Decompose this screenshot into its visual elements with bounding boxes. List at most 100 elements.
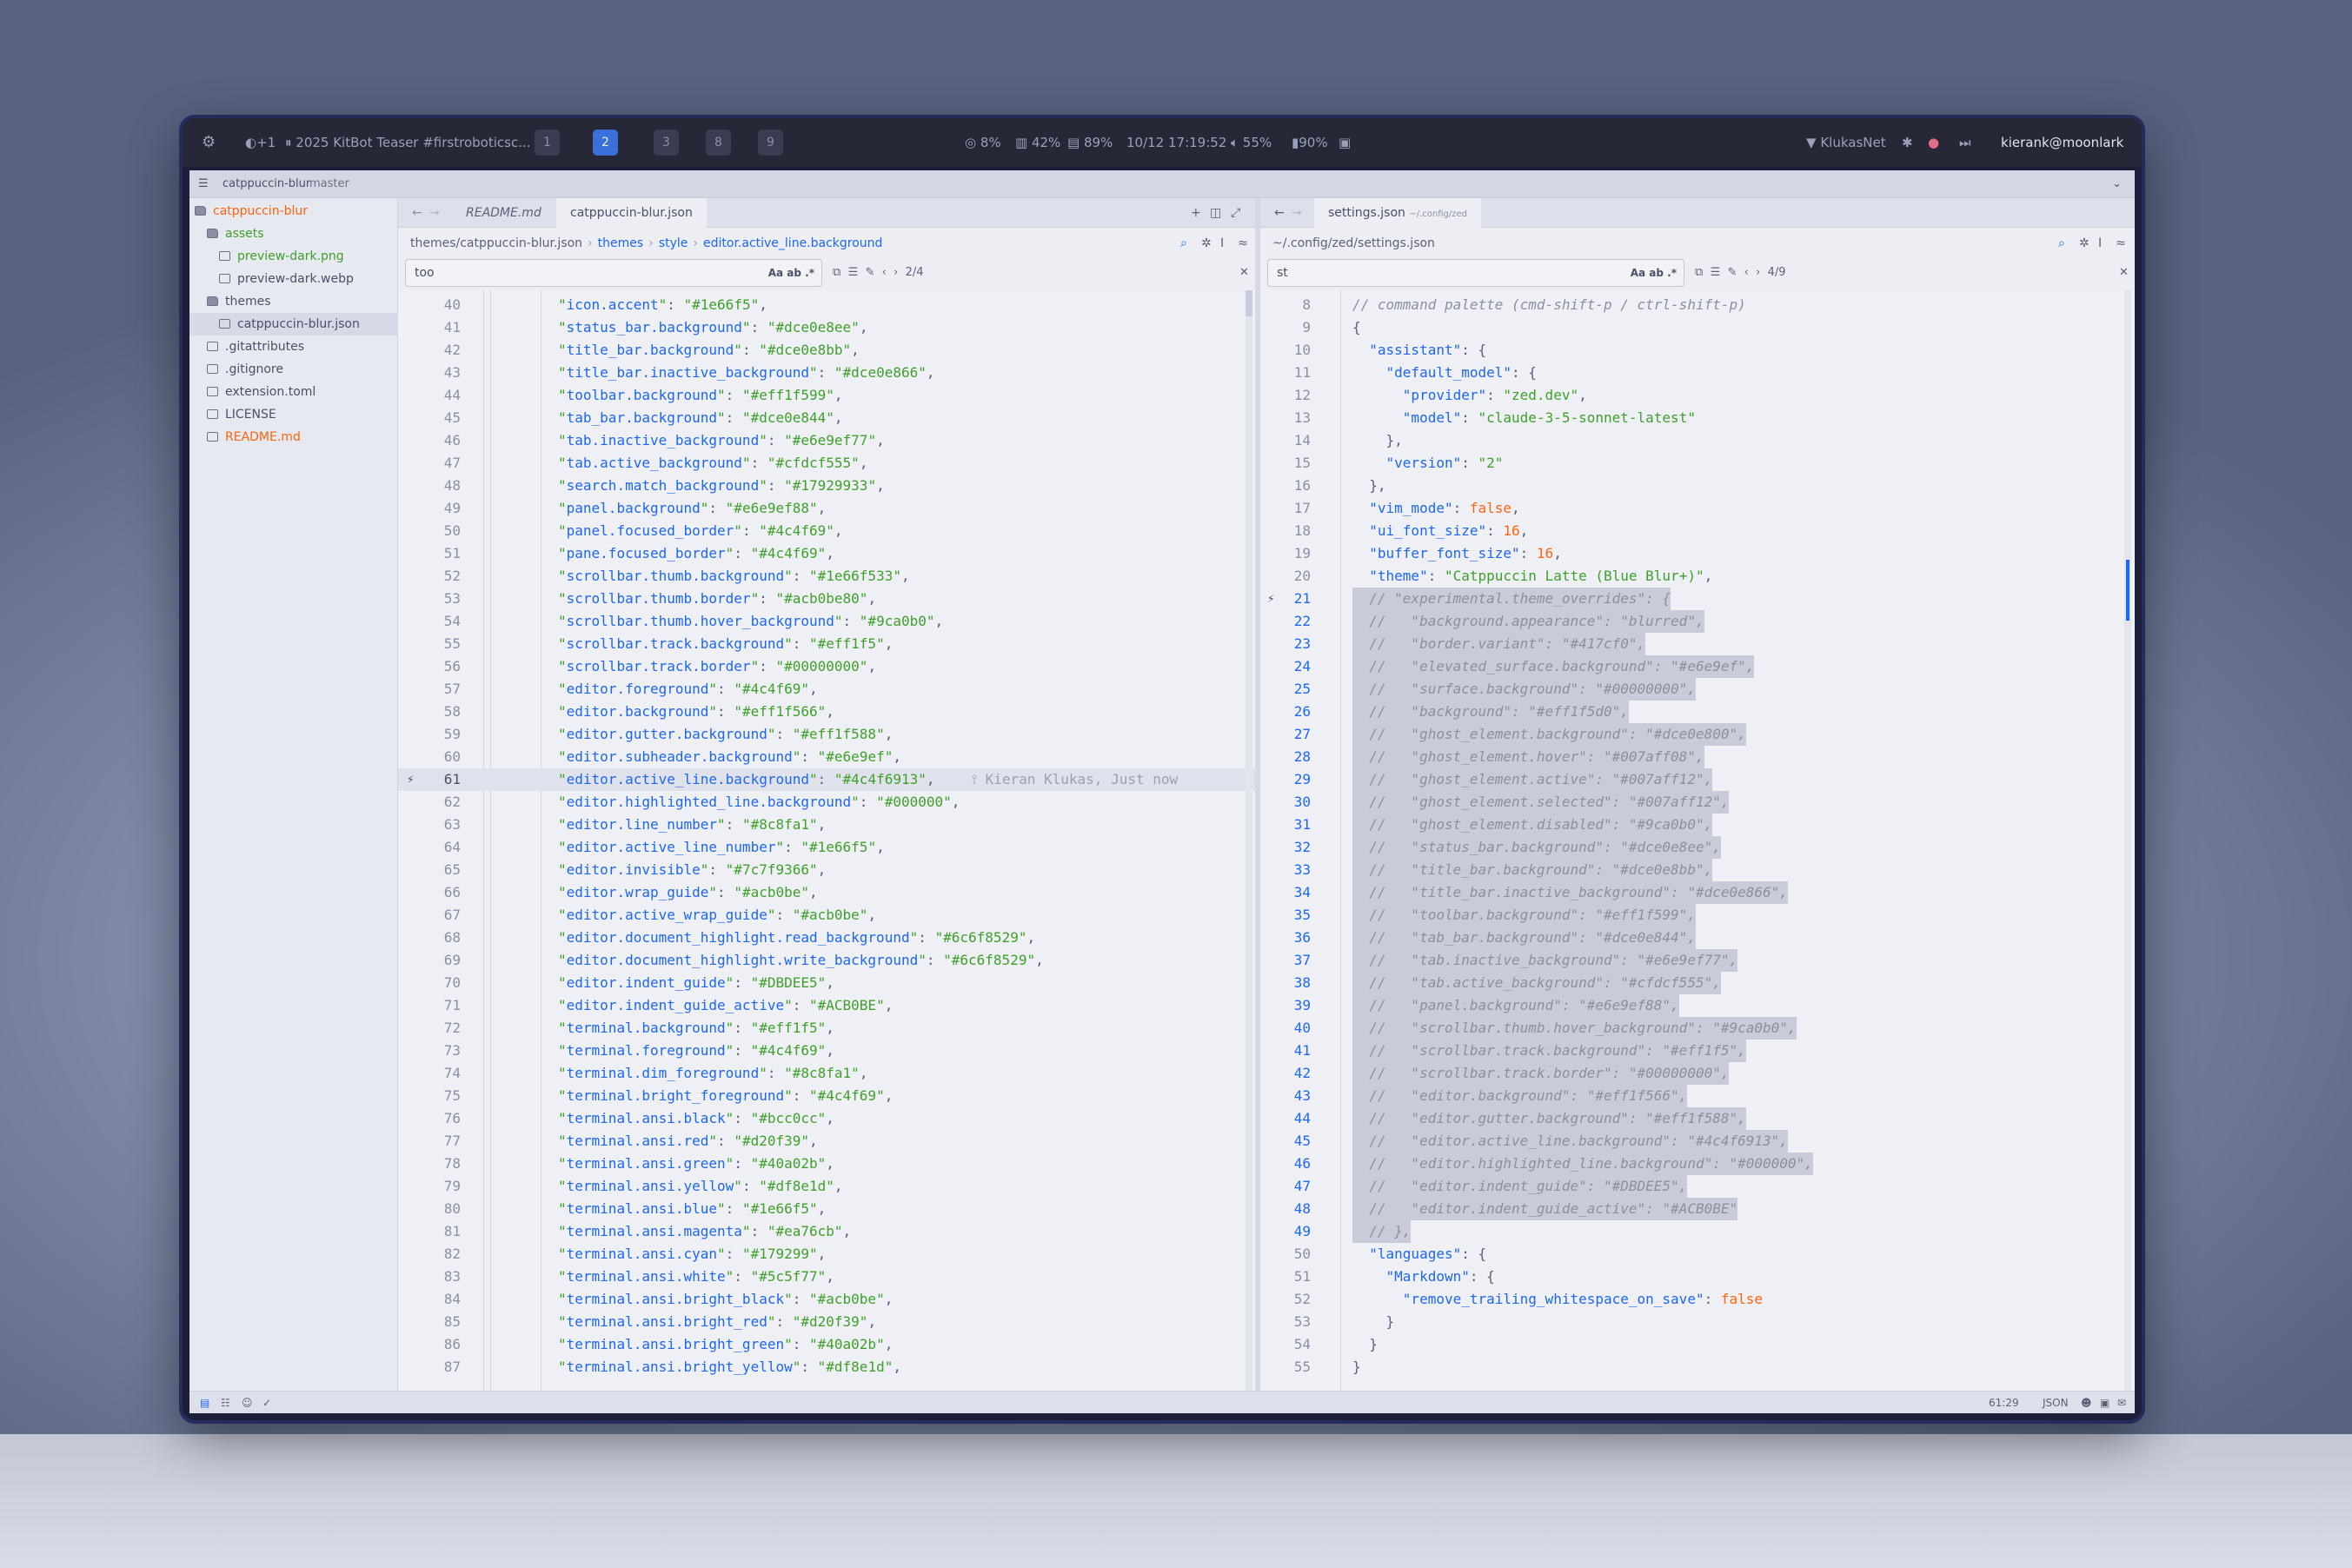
plus-icon[interactable]: + (1191, 198, 1201, 228)
terminal-icon[interactable]: ▣ (2100, 1392, 2109, 1413)
line-number: 50 (1293, 1246, 1311, 1262)
tree-item-extension-toml[interactable]: extension.toml (189, 381, 398, 403)
tree-item-themes[interactable]: themes (189, 290, 398, 313)
chevron-down-icon[interactable]: ⌄ (2112, 170, 2122, 198)
list-icon[interactable]: ☰ (848, 266, 859, 279)
tree-item--gitignore[interactable]: .gitignore (189, 358, 398, 381)
maximize-icon[interactable]: ⤢ (1231, 198, 1240, 228)
cursor-position[interactable]: 61:29 (1989, 1392, 2019, 1413)
workspace-2[interactable]: 2 (593, 130, 618, 156)
close-icon[interactable]: ✕ (1239, 259, 1249, 287)
breadcrumb[interactable]: ~/.config/zed/settings.json ⌕ ✲ I ≈ (1260, 228, 2135, 259)
prev-match-icon[interactable]: ‹ (1744, 266, 1749, 279)
code-line: 8 // command palette (cmd-shift-p / ctrl-… (1260, 294, 2135, 316)
crumb-file[interactable]: themes/catppuccin-blur.json (410, 236, 582, 250)
search-icon[interactable]: ⌕ (1180, 228, 1187, 259)
app-tray-icon[interactable]: ● (1928, 118, 1939, 167)
settings-sliders-icon[interactable]: ≈ (1238, 228, 1248, 259)
workspace-8[interactable]: 8 (706, 130, 731, 156)
tree-item-catppuccin-blur-json[interactable]: catppuccin-blur.json (189, 313, 398, 336)
next-match-icon[interactable]: › (1756, 266, 1760, 279)
chat-icon[interactable]: ✉ (2117, 1392, 2126, 1413)
menu-icon[interactable]: ☰ (198, 170, 209, 198)
right-code-editor[interactable]: 8 // command palette (cmd-shift-p / ctrl-… (1260, 290, 2135, 1391)
user-label[interactable]: kierank@moonlark (2001, 118, 2123, 167)
select-all-icon[interactable]: ⧉ (833, 266, 840, 279)
workspace-3[interactable]: 3 (654, 130, 679, 156)
bluetooth-icon[interactable]: ✱ (1902, 118, 1913, 167)
line-code: "tab.inactive_background": "#e6e9ef77", (558, 432, 885, 448)
search-icon[interactable]: ⌕ (2058, 228, 2065, 259)
next-match-icon[interactable]: › (894, 266, 898, 279)
project-name[interactable]: catppuccin-blur (223, 170, 310, 198)
crumb-themes[interactable]: themes (598, 236, 644, 250)
crumb-file[interactable]: ~/.config/zed/settings.json (1272, 236, 1435, 250)
cursor-icon[interactable]: I (2098, 228, 2102, 259)
scrollbar[interactable] (2124, 290, 2131, 1391)
list-icon[interactable]: ☰ (1711, 266, 1721, 279)
tab-catppuccin-json[interactable]: catppuccin-blur.json (556, 198, 707, 228)
line-code: "terminal.ansi.bright_green": "#40a02b", (558, 1336, 894, 1352)
volume-indicator[interactable]: 🔈︎ 55% (1231, 118, 1272, 167)
tree-item--gitattributes[interactable]: .gitattributes (189, 336, 398, 358)
close-icon[interactable]: ✕ (2119, 259, 2129, 287)
crumb-style[interactable]: style (659, 236, 688, 250)
tree-item-assets[interactable]: assets (189, 223, 398, 245)
search-input[interactable]: st Aa ab .* (1267, 259, 1684, 287)
code-line: 48 // "editor.indent_guide_active": "#AC… (1260, 1198, 2135, 1220)
forward-arrow-icon[interactable]: → (415, 198, 454, 228)
cursor-icon[interactable]: I (1220, 228, 1224, 259)
search-options[interactable]: Aa ab .* (768, 260, 814, 286)
tree-item-label: .gitignore (225, 362, 283, 376)
settings-sliders-icon[interactable]: ≈ (2116, 228, 2126, 259)
clipboard-icon[interactable]: ▣ (1339, 118, 1351, 167)
select-all-icon[interactable]: ⧉ (1695, 266, 1703, 279)
mem-usage: ▥ 42% (1015, 135, 1061, 150)
tab-readme[interactable]: README.md (452, 198, 555, 228)
collab-icon[interactable]: ☺ (242, 1392, 253, 1413)
assistant-icon[interactable]: ✲ (2079, 228, 2090, 259)
code-line: 49 // }, (1260, 1220, 2135, 1243)
editor-app: ☰ catppuccin-blur master ⌄ catppuccin-bl… (189, 170, 2135, 1413)
notification-indicator[interactable]: ◐+1 (245, 118, 276, 167)
split-icon[interactable]: ◫ (1210, 198, 1221, 228)
tree-item-preview-dark-png[interactable]: preview-dark.png (189, 245, 398, 268)
line-code: "terminal.dim_foreground": "#8c8fa1", (558, 1065, 868, 1081)
search-input[interactable]: too Aa ab .* (405, 259, 822, 287)
status-top-bar: ⚙ ◐+1 ⏸ 2025 KitBot Teaser #firstrobotic… (183, 118, 2142, 167)
line-code: // "editor.gutter.background": "#eff1f58… (1352, 1107, 1746, 1130)
tree-item-catppuccin-blur[interactable]: catppuccin-blur (189, 200, 398, 223)
outline-icon[interactable]: ☷ (221, 1392, 230, 1413)
line-number: 77 (443, 1133, 461, 1149)
feedback-icon[interactable]: ☻ (2081, 1392, 2092, 1413)
breadcrumb[interactable]: themes/catppuccin-blur.json › themes › style… (398, 228, 1255, 259)
tree-item-preview-dark-webp[interactable]: preview-dark.webp (189, 268, 398, 290)
clock[interactable]: 10/12 17:19:52 (1126, 118, 1226, 167)
line-code: } (1352, 1336, 1378, 1352)
workspace-9[interactable]: 9 (758, 130, 783, 156)
forward-arrow-icon[interactable]: → (1278, 198, 1316, 228)
search-options[interactable]: Aa ab .* (1631, 260, 1677, 286)
line-number: 25 (1293, 681, 1311, 697)
lightning-icon[interactable]: ⚡ (1267, 588, 1274, 610)
crumb-key[interactable]: editor.active_line.background (703, 236, 882, 250)
workspace-1[interactable]: 1 (535, 130, 560, 156)
media-title[interactable]: ⏸ 2025 KitBot Teaser #firstroboticsc... (285, 118, 531, 167)
left-code-editor[interactable]: 40 "icon.accent": "#1e66f5", 41 "status_bar… (398, 290, 1255, 1391)
panel-toggle-icon[interactable]: ▤ (200, 1392, 209, 1413)
tree-item-readme-md[interactable]: README.md (189, 426, 398, 448)
replace-icon[interactable]: ✎ (865, 266, 874, 279)
assistant-icon[interactable]: ✲ (1201, 228, 1212, 259)
tree-item-license[interactable]: LICENSE (189, 403, 398, 426)
language-mode[interactable]: JSON (2043, 1392, 2069, 1413)
gear-icon[interactable]: ⚙ (202, 118, 216, 167)
media-skip-icon[interactable]: ⏭ (1959, 118, 1971, 167)
scrollbar[interactable] (1246, 290, 1252, 1391)
check-icon[interactable]: ✓ (262, 1392, 271, 1413)
replace-icon[interactable]: ✎ (1727, 266, 1737, 279)
tab-settings-json[interactable]: settings.json ~/.config/zed (1314, 198, 1482, 228)
lightning-icon[interactable]: ⚡ (407, 768, 414, 791)
prev-match-icon[interactable]: ‹ (882, 266, 887, 279)
branch-name[interactable]: master (309, 170, 349, 198)
wifi-indicator[interactable]: ▼ KlukasNet (1806, 118, 1886, 167)
